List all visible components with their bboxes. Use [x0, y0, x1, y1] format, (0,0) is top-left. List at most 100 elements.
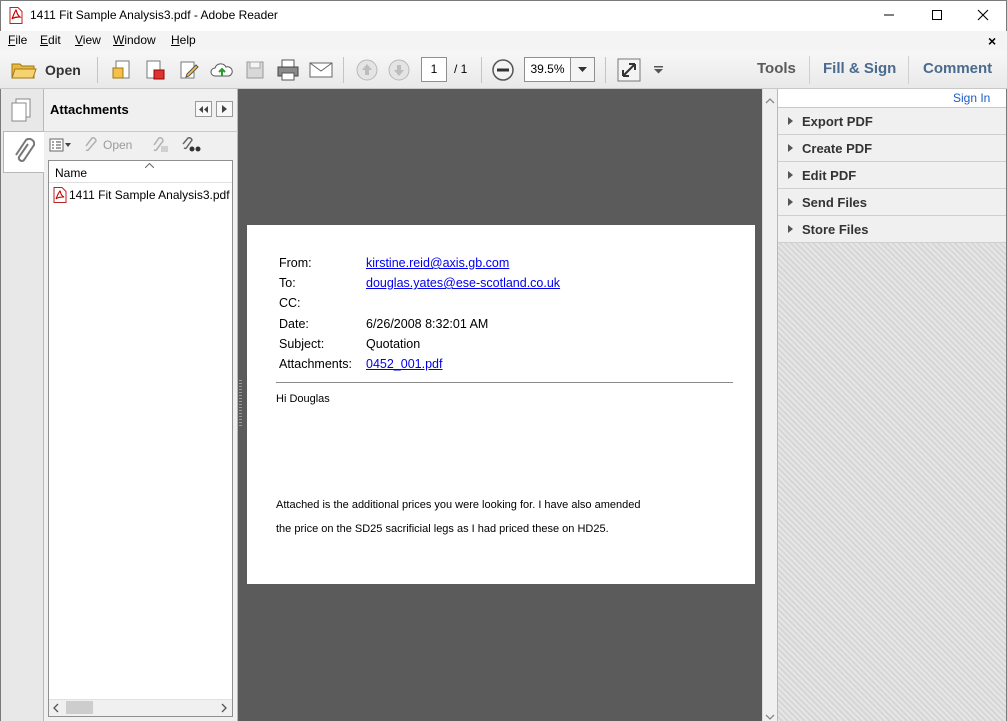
email-date-value: 6/26/2008 8:32:01 AM — [366, 317, 489, 331]
menu-help[interactable]: Help — [171, 33, 196, 47]
toolbar-separator — [481, 57, 482, 83]
open-folder-icon[interactable] — [9, 57, 39, 83]
scroll-up-icon[interactable] — [765, 93, 775, 104]
email-body-line: the price on the SD25 sacrificial legs a… — [276, 523, 609, 535]
navigation-pane — [0, 89, 44, 721]
upload-cloud-icon[interactable] — [209, 57, 235, 83]
fill-sign-pane-button[interactable]: Fill & Sign — [823, 60, 896, 77]
toolbar-separator — [908, 56, 909, 84]
open-button[interactable]: Open — [45, 62, 81, 78]
expand-arrow-icon — [788, 171, 793, 179]
maximize-button[interactable] — [914, 0, 960, 30]
panel-divider — [44, 131, 238, 132]
toolbar-overflow-icon[interactable] — [646, 57, 670, 83]
tools-pane-item-label: Edit PDF — [802, 167, 857, 183]
menu-file[interactable]: File — [8, 33, 27, 47]
attachment-file-name: 1411 Fit Sample Analysis3.pdf — [69, 188, 230, 202]
sort-arrow-icon — [144, 157, 155, 169]
edit-pdf-item[interactable]: Edit PDF — [778, 162, 1006, 189]
email-to-link[interactable]: douglas.yates@ese-scotland.co.uk — [366, 276, 560, 290]
page-number-input[interactable]: 1 — [421, 57, 447, 82]
search-attachments-button[interactable] — [181, 137, 201, 153]
email-attachments-label: Attachments: — [279, 357, 352, 371]
toolbar-separator — [343, 57, 344, 83]
convert-pdf-icon[interactable] — [142, 57, 168, 83]
email-body-line: Attached is the additional prices you we… — [276, 499, 641, 511]
expand-arrow-icon — [788, 225, 793, 233]
chevron-right-icon — [222, 105, 227, 113]
menu-view[interactable]: View — [75, 33, 101, 47]
horizontal-scrollbar-thumb[interactable] — [66, 701, 93, 714]
column-header-divider — [49, 182, 232, 183]
page-total: / 1 — [454, 62, 468, 76]
close-document-button[interactable]: × — [988, 33, 996, 49]
pdf-file-icon — [9, 7, 23, 24]
email-header-divider — [276, 382, 733, 383]
next-page-icon[interactable] — [386, 57, 412, 83]
window-title: 1411 Fit Sample Analysis3.pdf - Adobe Re… — [30, 8, 278, 22]
tools-pane-button[interactable]: Tools — [757, 60, 796, 77]
panel-options-button[interactable] — [216, 101, 233, 117]
close-button[interactable] — [960, 0, 1006, 30]
email-to-label: To: — [279, 276, 296, 290]
tools-pane-item-label: Export PDF — [802, 113, 873, 129]
save-attachment-icon — [153, 137, 168, 152]
collapse-panel-button[interactable] — [195, 101, 212, 117]
toolbar-separator — [605, 57, 606, 83]
sign-in-link[interactable]: Sign In — [953, 91, 990, 105]
tools-pane-item-label: Create PDF — [802, 140, 873, 156]
store-files-item[interactable]: Store Files — [778, 216, 1006, 243]
list-options-icon — [49, 138, 71, 152]
email-from-link[interactable]: kirstine.reid@axis.gb.com — [366, 256, 509, 270]
attachment-options-menu[interactable] — [49, 137, 73, 153]
attachment-list-item[interactable]: 1411 Fit Sample Analysis3.pdf — [53, 187, 230, 203]
binoculars-icon — [182, 137, 201, 152]
scroll-right-icon[interactable] — [221, 702, 227, 713]
scroll-down-icon[interactable] — [765, 709, 775, 720]
email-subject-value: Quotation — [366, 337, 421, 351]
column-header-name[interactable]: Name — [55, 166, 87, 180]
menu-window[interactable]: Window — [113, 33, 156, 47]
email-from-label: From: — [279, 256, 312, 270]
close-icon — [977, 9, 989, 21]
fullscreen-icon[interactable] — [616, 57, 642, 83]
email-date-label: Date: — [279, 317, 309, 331]
splitter-grip[interactable] — [239, 380, 242, 428]
create-pdf-icon[interactable] — [109, 57, 135, 83]
minimize-button[interactable] — [866, 0, 912, 30]
zoom-dropdown-button[interactable] — [571, 57, 595, 82]
email-greeting: Hi Douglas — [276, 393, 330, 405]
open-attachment-label: Open — [103, 137, 133, 152]
chevron-down-icon — [578, 66, 587, 72]
save-attachment-button[interactable] — [150, 137, 170, 153]
email-subject-label: Subject: — [279, 337, 325, 351]
edit-pdf-icon[interactable] — [176, 57, 202, 83]
vertical-scrollbar[interactable] — [762, 89, 777, 721]
previous-page-icon[interactable] — [354, 57, 380, 83]
expand-arrow-icon — [788, 144, 793, 152]
comment-pane-button[interactable]: Comment — [923, 60, 992, 77]
attachments-list — [48, 160, 233, 717]
open-attachment-icon — [85, 137, 97, 152]
page-thumbnails-button[interactable] — [6, 95, 36, 125]
create-pdf-item[interactable]: Create PDF — [778, 135, 1006, 162]
save-icon[interactable] — [242, 57, 268, 83]
maximize-icon — [932, 10, 942, 20]
paperclip-icon — [15, 138, 35, 162]
expand-arrow-icon — [788, 117, 793, 125]
export-pdf-item[interactable]: Export PDF — [778, 108, 1006, 135]
email-attachment-link[interactable]: 0452_001.pdf — [366, 357, 442, 371]
zoom-out-icon[interactable] — [490, 57, 516, 83]
attachments-nav-button[interactable] — [3, 131, 44, 173]
email-icon[interactable] — [308, 57, 334, 83]
toolbar-separator — [97, 57, 98, 83]
menu-edit[interactable]: Edit — [40, 33, 61, 47]
tools-pane-item-label: Store Files — [802, 221, 869, 237]
double-chevron-left-icon — [199, 105, 208, 113]
pdf-file-icon — [53, 187, 67, 203]
scroll-left-icon[interactable] — [53, 702, 59, 713]
zoom-level-input[interactable]: 39.5% — [524, 57, 571, 82]
print-icon[interactable] — [275, 57, 301, 83]
send-files-item[interactable]: Send Files — [778, 189, 1006, 216]
open-attachment-button[interactable]: Open — [83, 137, 132, 152]
